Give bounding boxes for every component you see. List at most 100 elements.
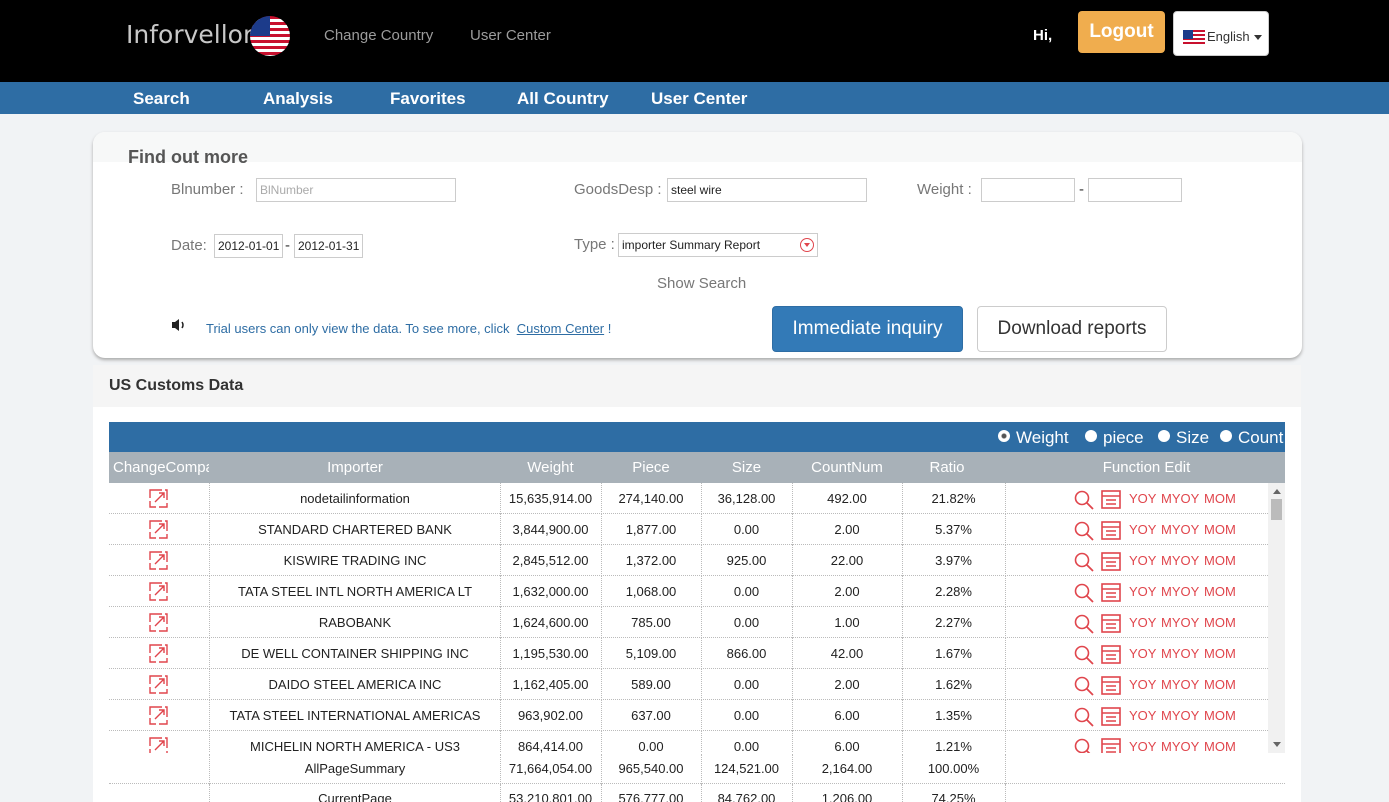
fx-mom-link[interactable]: MOM (1204, 731, 1236, 753)
custom-center-link[interactable]: Custom Center (517, 321, 604, 336)
fx-mom-link[interactable]: MOM (1204, 607, 1236, 638)
date-to-input[interactable] (294, 234, 363, 258)
fx-yoy-link[interactable]: YOY (1129, 607, 1156, 638)
nav-search[interactable]: Search (133, 89, 190, 109)
blnumber-input[interactable] (256, 178, 456, 202)
show-search-toggle[interactable]: Show Search (657, 275, 746, 292)
search-icon[interactable] (1074, 521, 1094, 541)
calendar-icon[interactable] (1101, 551, 1121, 571)
brand-logo[interactable]: Inforvellor (126, 20, 253, 49)
fx-mom-link[interactable]: MOM (1204, 545, 1236, 576)
search-icon[interactable] (1074, 645, 1094, 665)
calendar-icon[interactable] (1101, 489, 1121, 509)
table-row: TATA STEEL INTL NORTH AMERICA LT 1,632,00… (109, 576, 1268, 607)
calendar-icon[interactable] (1101, 706, 1121, 726)
fx-mom-link[interactable]: MOM (1204, 700, 1236, 731)
open-link-icon[interactable] (149, 613, 168, 632)
search-icon[interactable] (1074, 583, 1094, 603)
fx-myoy-link[interactable]: MYOY (1161, 514, 1199, 545)
open-link-icon[interactable] (149, 582, 168, 601)
type-select[interactable]: importer Summary Report (618, 233, 818, 257)
col-ratio[interactable]: Ratio (902, 459, 992, 476)
calendar-icon[interactable] (1101, 582, 1121, 602)
cell-importer: RABOBANK (318, 615, 392, 630)
radio-weight[interactable]: Weight (998, 428, 1069, 448)
summary-count: 2,164.00 (821, 761, 873, 776)
table-scrollbar[interactable] (1268, 483, 1285, 753)
type-label: Type : (574, 236, 615, 253)
change-country-link[interactable]: Change Country (324, 27, 433, 44)
col-size[interactable]: Size (701, 459, 792, 476)
search-icon[interactable] (1074, 676, 1094, 696)
calendar-icon[interactable] (1101, 644, 1121, 664)
radio-size-label: Size (1176, 428, 1210, 447)
col-importer[interactable]: Importer (210, 459, 500, 476)
scroll-thumb[interactable] (1271, 499, 1282, 520)
fx-yoy-link[interactable]: YOY (1129, 576, 1156, 607)
open-link-icon[interactable] (149, 551, 168, 570)
fx-myoy-link[interactable]: MYOY (1161, 669, 1199, 700)
summary-piece: 576,777.00 (618, 791, 684, 802)
search-icon[interactable] (1074, 490, 1094, 510)
fx-mom-link[interactable]: MOM (1204, 669, 1236, 700)
radio-piece[interactable]: piece (1085, 428, 1144, 448)
fx-yoy-link[interactable]: YOY (1129, 700, 1156, 731)
fx-yoy-link[interactable]: YOY (1129, 514, 1156, 545)
weight-min-input[interactable] (981, 178, 1075, 202)
scroll-up-icon[interactable] (1273, 489, 1281, 494)
open-link-icon[interactable] (149, 520, 168, 539)
fx-myoy-link[interactable]: MYOY (1161, 700, 1199, 731)
immediate-inquiry-button[interactable]: Immediate inquiry (772, 306, 963, 352)
nav-all-country[interactable]: All Country (517, 89, 609, 109)
fx-mom-link[interactable]: MOM (1204, 514, 1236, 545)
language-dropdown[interactable]: English (1173, 11, 1269, 56)
calendar-icon[interactable] (1101, 737, 1121, 753)
weight-separator: - (1079, 181, 1084, 198)
fx-yoy-link[interactable]: YOY (1129, 545, 1156, 576)
radio-count[interactable]: Count (1220, 428, 1283, 448)
fx-yoy-link[interactable]: YOY (1129, 483, 1156, 514)
fx-yoy-link[interactable]: YOY (1129, 638, 1156, 669)
fx-mom-link[interactable]: MOM (1204, 638, 1236, 669)
nav-favorites[interactable]: Favorites (390, 89, 466, 109)
open-link-icon[interactable] (149, 706, 168, 725)
open-link-icon[interactable] (149, 644, 168, 663)
user-center-link[interactable]: User Center (470, 27, 551, 44)
search-icon[interactable] (1074, 707, 1094, 727)
date-from-input[interactable] (214, 234, 283, 258)
col-change-company[interactable]: ChangeCompa (113, 459, 209, 476)
open-link-icon[interactable] (149, 675, 168, 694)
fx-mom-link[interactable]: MOM (1204, 576, 1236, 607)
goods-desc-input[interactable] (667, 178, 867, 202)
fx-yoy-link[interactable]: YOY (1129, 731, 1156, 753)
scroll-down-icon[interactable] (1273, 742, 1281, 747)
calendar-icon[interactable] (1101, 613, 1121, 633)
fx-myoy-link[interactable]: MYOY (1161, 576, 1199, 607)
calendar-icon[interactable] (1101, 520, 1121, 540)
search-icon[interactable] (1074, 614, 1094, 634)
calendar-icon[interactable] (1101, 675, 1121, 695)
fx-myoy-link[interactable]: MYOY (1161, 545, 1199, 576)
search-icon[interactable] (1074, 738, 1094, 753)
fx-myoy-link[interactable]: MYOY (1161, 638, 1199, 669)
nav-user-center[interactable]: User Center (651, 89, 747, 109)
fx-myoy-link[interactable]: MYOY (1161, 731, 1199, 753)
main-nav: Search Analysis Favorites All Country Us… (0, 82, 1389, 114)
download-reports-button[interactable]: Download reports (977, 306, 1167, 352)
open-link-icon[interactable] (149, 737, 168, 753)
col-weight[interactable]: Weight (500, 459, 601, 476)
radio-size[interactable]: Size (1158, 428, 1209, 448)
fx-yoy-link[interactable]: YOY (1129, 669, 1156, 700)
search-icon[interactable] (1074, 552, 1094, 572)
open-link-icon[interactable] (149, 489, 168, 508)
nav-analysis[interactable]: Analysis (263, 89, 333, 109)
cell-importer: KISWIRE TRADING INC (283, 553, 427, 568)
logout-button[interactable]: Logout (1078, 11, 1165, 53)
fx-mom-link[interactable]: MOM (1204, 483, 1236, 514)
fx-myoy-link[interactable]: MYOY (1161, 483, 1199, 514)
fx-myoy-link[interactable]: MYOY (1161, 607, 1199, 638)
weight-max-input[interactable] (1088, 178, 1182, 202)
summary-size: 124,521.00 (713, 761, 780, 776)
col-countnum[interactable]: CountNum (792, 459, 902, 476)
col-piece[interactable]: Piece (601, 459, 701, 476)
